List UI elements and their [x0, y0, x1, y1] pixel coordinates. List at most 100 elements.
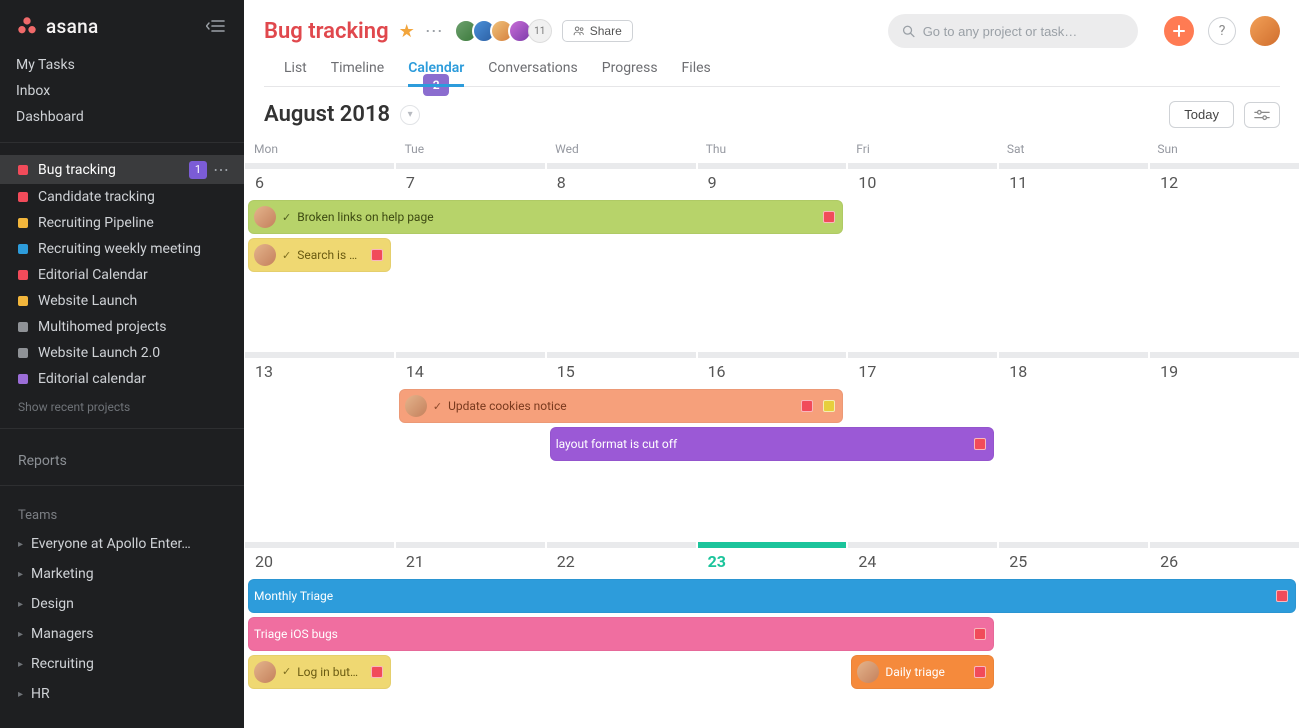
divider [0, 428, 244, 429]
calendar-task[interactable]: ✓Broken links on help page [248, 200, 843, 234]
today-button[interactable]: Today [1169, 101, 1234, 128]
sidebar-project[interactable]: Recruiting Pipeline [0, 210, 244, 236]
add-button[interactable] [1164, 16, 1194, 46]
search-input[interactable] [923, 24, 1124, 39]
calendar-day[interactable]: 7 [396, 163, 545, 348]
sidebar-project[interactable]: Website Launch [0, 288, 244, 314]
project-name: Editorial calendar [38, 371, 230, 387]
calendar-week: 6789101112✓Broken links on help page✓Sea… [244, 162, 1300, 349]
calendar-task[interactable]: ✓Update cookies notice [399, 389, 844, 423]
page-title: Bug tracking [264, 19, 389, 44]
task-tag [1276, 590, 1288, 602]
tab-calendar[interactable]: Calendar 2 [408, 60, 464, 86]
share-button[interactable]: Share [562, 20, 633, 42]
team-row[interactable]: ▸Marketing [0, 559, 244, 589]
team-name: Managers [31, 626, 93, 642]
calendar-day[interactable]: 12 [1150, 163, 1299, 348]
calendar-task[interactable]: Monthly Triage [248, 579, 1296, 613]
team-row[interactable]: ▸Everyone at Apollo Enter… [0, 529, 244, 559]
calendar-day[interactable]: 11 [999, 163, 1148, 348]
day-number: 12 [1160, 173, 1178, 192]
nav-reports[interactable]: Reports [0, 435, 244, 479]
show-recent-projects[interactable]: Show recent projects [0, 392, 244, 422]
search-box[interactable] [888, 14, 1138, 48]
team-row[interactable]: ▸Design [0, 589, 244, 619]
search-icon [902, 24, 915, 38]
calendar-day[interactable]: 25 [999, 542, 1148, 727]
calendar-settings-button[interactable] [1244, 102, 1280, 128]
calendar-task[interactable]: ✓Search is not… [248, 238, 391, 272]
day-number: 23 [708, 552, 726, 571]
project-color-dot [18, 322, 28, 332]
collapse-sidebar-button[interactable] [204, 14, 228, 38]
nav-dashboard[interactable]: Dashboard [0, 104, 244, 130]
calendar-week: 13141516171819✓Update cookies noticelayo… [244, 351, 1300, 538]
team-name: HR [31, 686, 50, 702]
sidebar-project[interactable]: Editorial Calendar [0, 262, 244, 288]
task-tag [371, 666, 383, 678]
tabs: List Timeline Calendar 2 Conversations P… [264, 48, 1280, 87]
calendar-day[interactable]: 8 [547, 163, 696, 348]
team-name: Design [31, 596, 74, 612]
caret-right-icon: ▸ [18, 629, 23, 640]
dow-label: Sun [1147, 138, 1298, 162]
me-avatar[interactable] [1250, 16, 1280, 46]
team-list: ▸Everyone at Apollo Enter…▸Marketing▸Des… [0, 529, 244, 709]
tab-files[interactable]: Files [682, 60, 711, 86]
sidebar-project[interactable]: Bug tracking1⋯ [0, 155, 244, 184]
team-row[interactable]: ▸ Managers [0, 619, 244, 649]
dow-label: Thu [696, 138, 847, 162]
caret-right-icon: ▸ [18, 659, 23, 670]
member-overflow[interactable]: 11 [528, 19, 552, 43]
more-menu-button[interactable]: ⋯ [425, 21, 444, 42]
nav-inbox[interactable]: Inbox [0, 78, 244, 104]
brand[interactable]: asana [16, 15, 99, 38]
project-name: Multihomed projects [38, 319, 230, 335]
tab-timeline[interactable]: Timeline [331, 60, 384, 86]
project-color-dot [18, 165, 28, 175]
sliders-icon [1254, 108, 1270, 122]
sidebar-project[interactable]: Website Launch 2.0 [0, 340, 244, 366]
task-label: Search is not… [297, 248, 361, 262]
calendar-day[interactable]: 13 [245, 352, 394, 537]
calendar-day[interactable]: 19 [1150, 352, 1299, 537]
task-label: layout format is cut off [556, 437, 965, 451]
calendar-task[interactable]: Triage iOS bugs [248, 617, 994, 651]
month-picker-button[interactable]: ▾ [400, 105, 420, 125]
sidebar-project[interactable]: Candidate tracking [0, 184, 244, 210]
task-tag [371, 249, 383, 261]
calendar-task[interactable]: Daily triage [851, 655, 994, 689]
tab-list[interactable]: List [284, 60, 307, 86]
help-button[interactable]: ? [1208, 17, 1236, 45]
calendar: MonTueWedThuFriSatSun 6789101112✓Broken … [244, 138, 1300, 728]
day-number: 25 [1009, 552, 1027, 571]
dow-label: Mon [244, 138, 395, 162]
project-members[interactable]: 11 [460, 19, 552, 43]
project-name: Recruiting Pipeline [38, 215, 230, 231]
caret-right-icon: ▸ [18, 689, 23, 700]
star-icon[interactable]: ★ [399, 21, 415, 42]
topbar-actions: ? [1164, 16, 1280, 46]
day-number: 20 [255, 552, 273, 571]
tab-progress[interactable]: Progress [602, 60, 658, 86]
sidebar-project[interactable]: Editorial calendar [0, 366, 244, 392]
caret-right-icon: ▸ [18, 569, 23, 580]
assignee-avatar [254, 661, 276, 683]
team-row[interactable]: ▸Recruiting [0, 649, 244, 679]
project-menu-button[interactable]: ⋯ [213, 160, 230, 179]
sidebar-project[interactable]: Multihomed projects [0, 314, 244, 340]
main: Bug tracking ★ ⋯ 11 Share [244, 0, 1300, 728]
calendar-day[interactable]: 26 [1150, 542, 1299, 727]
calendar-task[interactable]: layout format is cut off [550, 427, 995, 461]
nav-my-tasks[interactable]: My Tasks [0, 52, 244, 78]
project-color-dot [18, 270, 28, 280]
team-row[interactable]: ▸ HR [0, 679, 244, 709]
calendar-day[interactable]: 14 [396, 352, 545, 537]
calendar-day[interactable]: 9 [698, 163, 847, 348]
sidebar-project[interactable]: Recruiting weekly meeting [0, 236, 244, 262]
tab-conversations[interactable]: Conversations [488, 60, 577, 86]
check-icon: ✓ [433, 400, 442, 413]
calendar-day[interactable]: 18 [999, 352, 1148, 537]
calendar-task[interactable]: ✓Log in button… [248, 655, 391, 689]
calendar-day[interactable]: 10 [848, 163, 997, 348]
